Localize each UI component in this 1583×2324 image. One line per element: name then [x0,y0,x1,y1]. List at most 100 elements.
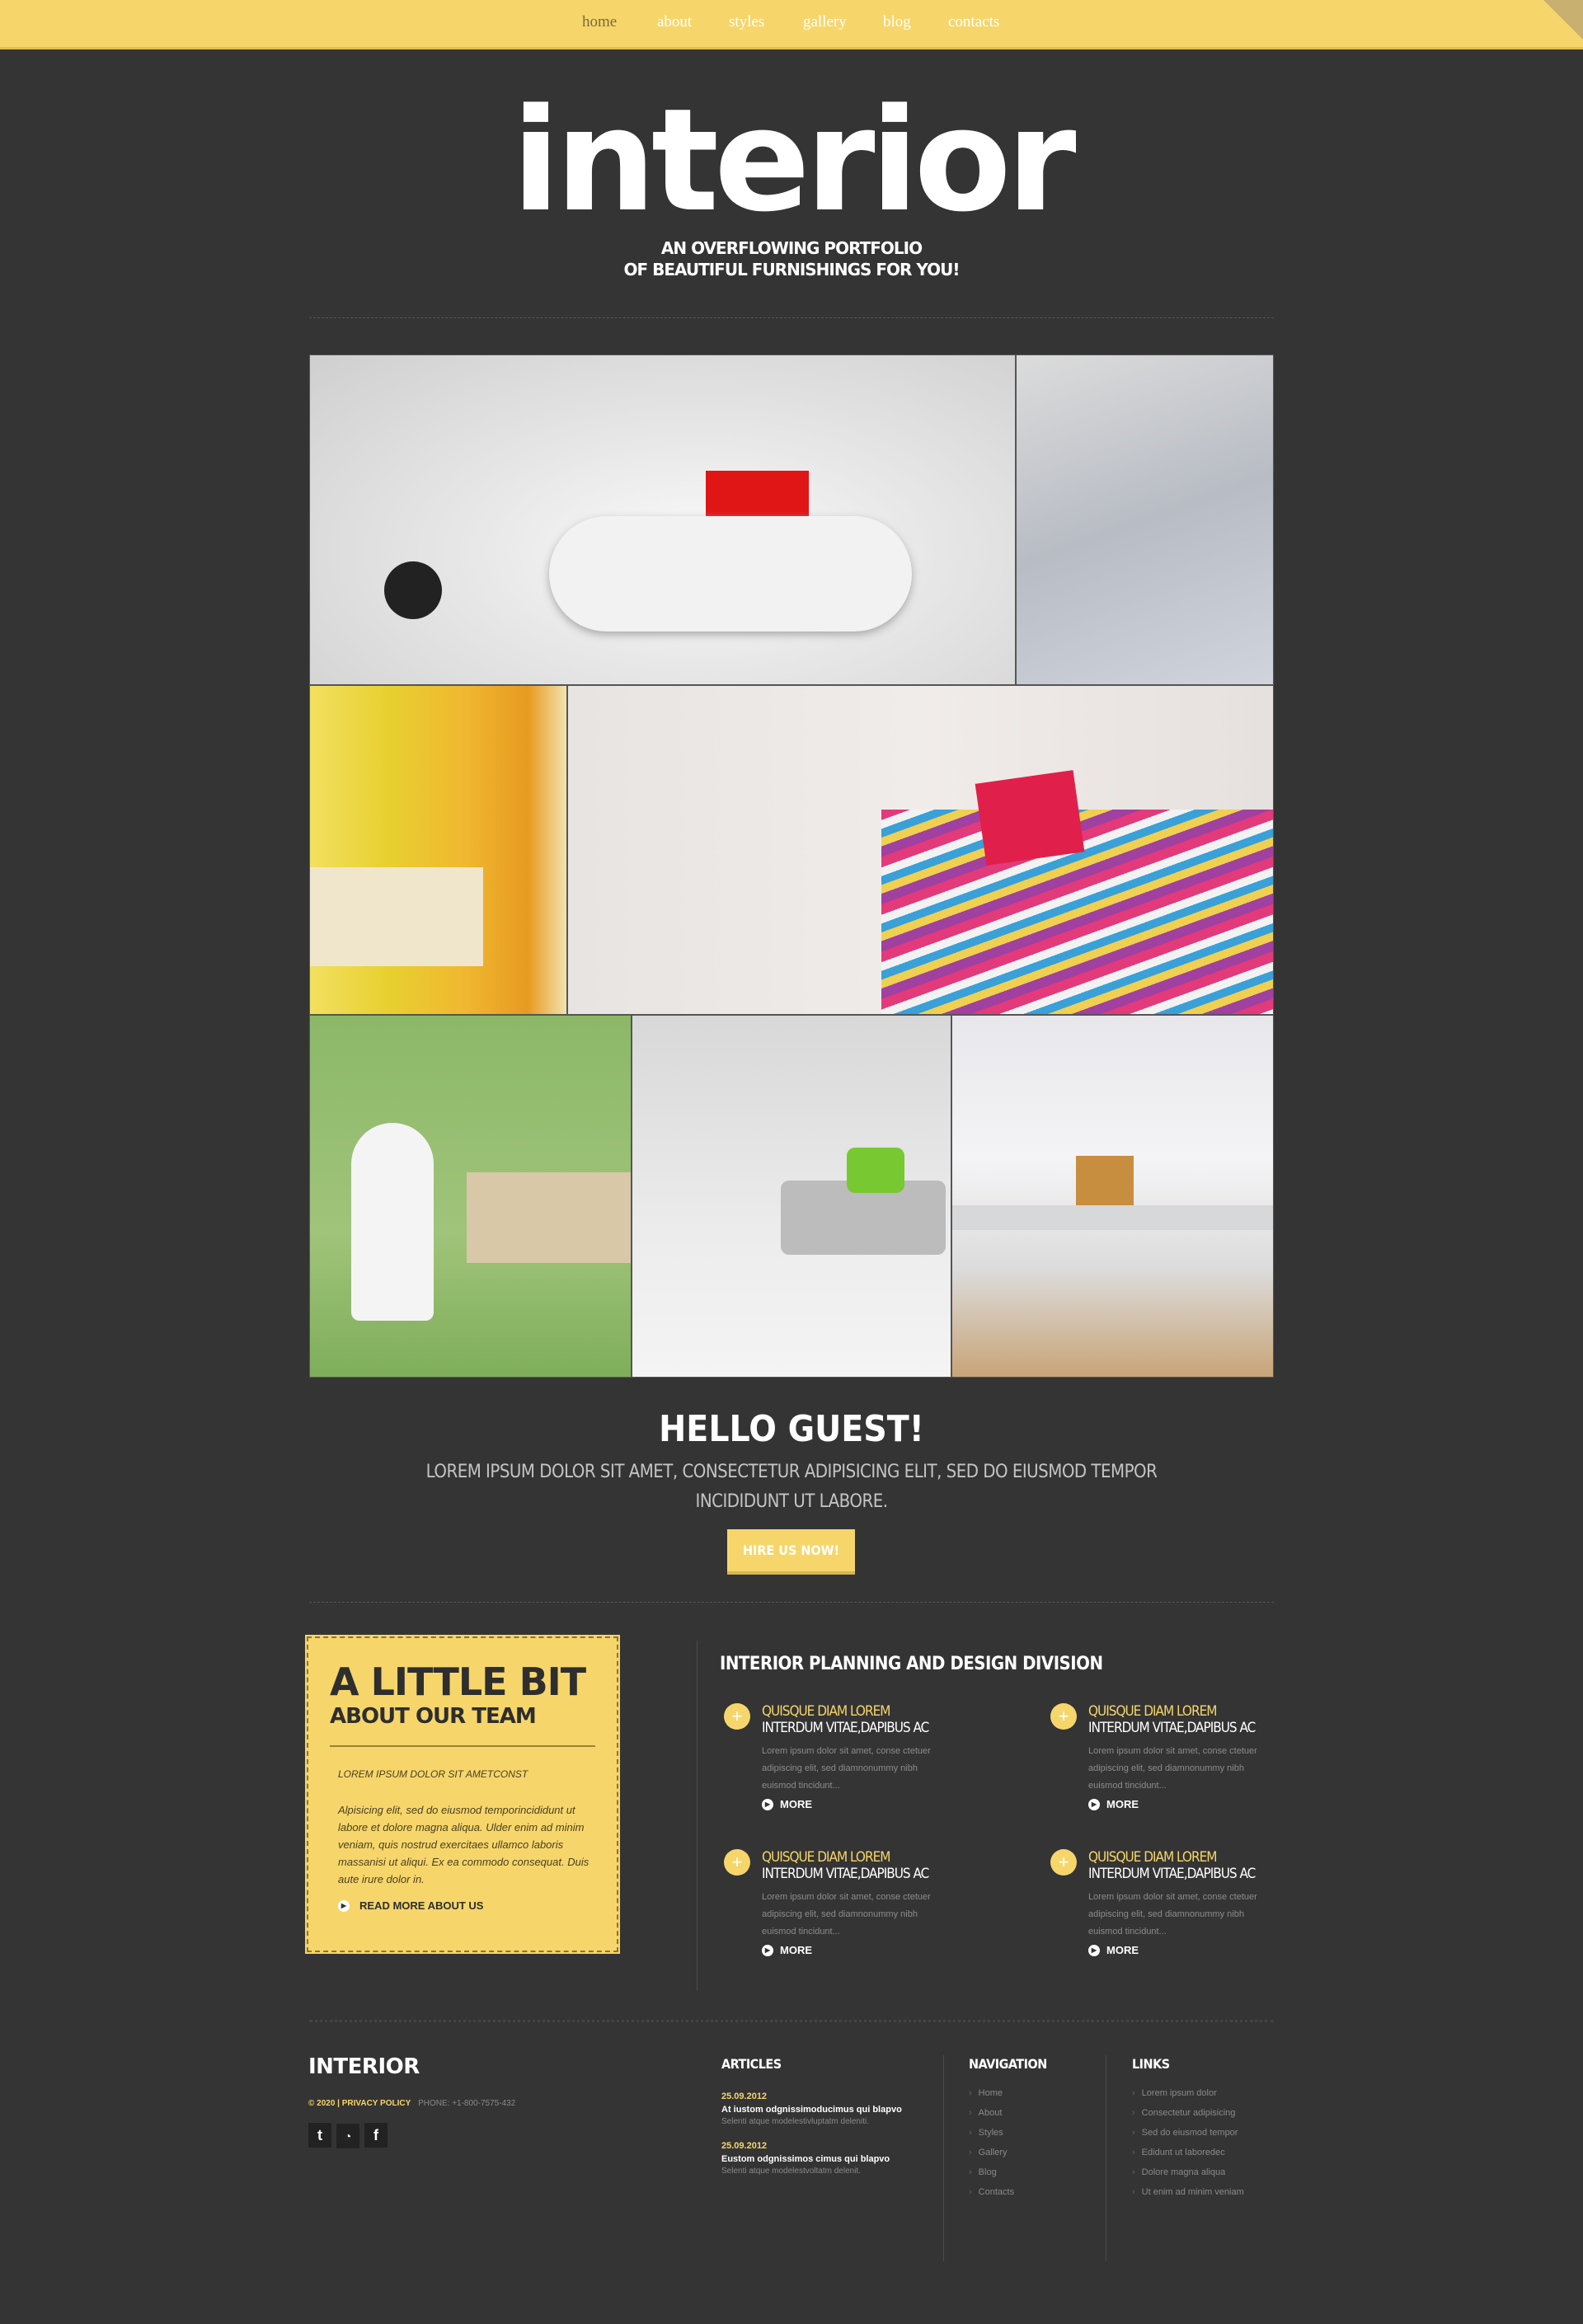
corner-toggle-icon[interactable] [1543,0,1583,40]
arrow-right-icon: ▶ [1088,1944,1100,1956]
pillow [847,1148,904,1193]
hire-us-button[interactable]: HIRE US NOW! [727,1529,855,1575]
gallery-image-bedroom[interactable] [1016,354,1274,685]
service-description: Lorem ipsum dolor sit amet, conse ctetue… [1088,1892,1257,1937]
vertical-divider [943,2055,944,2261]
tagline-line-2: OF BEAUTIFUL FURNISHINGS FOR YOU! [623,260,960,279]
read-more-label: READ MORE ABOUT US [359,1899,484,1912]
site-logo[interactable]: interior [0,78,1583,243]
service-description: Lorem ipsum dolor sit amet, conse ctetue… [762,1746,931,1791]
footer-nav-blog[interactable]: › Blog [969,2162,1047,2182]
services-title: INTERIOR PLANNING AND DESIGN DIVISION [720,1654,1103,1674]
rss-icon[interactable]: ◔ [336,2123,359,2148]
plus-icon: + [724,1703,750,1730]
nav-blog[interactable]: blog [883,13,911,31]
article-date: 25.09.2012 [721,2092,768,2101]
twitter-icon[interactable]: t [308,2123,331,2148]
hello-line-1: LOREM IPSUM DOLOR SIT AMET, CONSECTETUR … [425,1462,1158,1482]
gallery-image-green-chair[interactable] [309,1015,632,1378]
service-title: QUISQUE DIAM LOREM [762,1703,890,1720]
service-subtitle: INTERDUM VITAE,DAPIBUS AC [1088,1866,1256,1882]
service-description: Lorem ipsum dolor sit amet, conse ctetue… [1088,1746,1257,1791]
footer-link[interactable]: › Dolore magna aliqua [1132,2162,1244,2182]
more-label: MORE [1106,1944,1139,1956]
service-item: + QUISQUE DIAM LOREM INTERDUM VITAE,DAPI… [1050,1703,1298,1810]
divider [309,1602,1274,1603]
more-link[interactable]: ▶ MORE [762,1944,971,1956]
tagline-line-1: AN OVERFLOWING PORTFOLIO [660,238,923,258]
article-title-link[interactable]: Eustom odgnissimos cimus qui blapvo [721,2154,928,2164]
footer-navigation: NAVIGATION › Home › About › Styles › Gallery… [969,2056,1047,2202]
arrow-right-icon: ▶ [762,1798,773,1810]
gallery-image-striped-bed[interactable] [567,685,1274,1015]
service-title: QUISQUE DIAM LOREM [1088,1703,1217,1720]
team-title: A LITTLE BIT [330,1660,586,1704]
more-link[interactable]: ▶ MORE [1088,1798,1298,1810]
service-description: Lorem ipsum dolor sit amet, conse ctetue… [762,1892,931,1937]
service-subtitle: INTERDUM VITAE,DAPIBUS AC [762,1720,929,1736]
nav-styles[interactable]: styles [729,13,764,31]
top-nav: home about styles gallery blog contacts [0,0,1583,49]
arrow-right-icon: ▶ [762,1944,773,1956]
more-label: MORE [1106,1798,1139,1810]
pillow [975,770,1085,866]
article-text: Selenti atque modelestvoltatm delenit. [721,2167,861,2176]
footer-nav-home[interactable]: › Home [969,2083,1047,2103]
service-item: + QUISQUE DIAM LOREM INTERDUM VITAE,DAPI… [724,1703,971,1810]
lamp-base [384,561,442,619]
footer-link[interactable]: › Lorem ipsum dolor [1132,2083,1244,2103]
arrow-right-icon: ▶ [338,1899,350,1912]
more-label: MORE [780,1798,812,1810]
chair [351,1123,434,1321]
footer-nav-styles[interactable]: › Styles [969,2123,1047,2143]
read-more-link[interactable]: ▶ READ MORE ABOUT US [338,1899,595,1912]
nav-gallery[interactable]: gallery [803,13,847,31]
arrow-right-icon: ▶ [1088,1798,1100,1810]
divider [309,2020,1274,2022]
gallery-image-yellow-room[interactable] [309,685,567,1015]
service-subtitle: INTERDUM VITAE,DAPIBUS AC [762,1866,929,1882]
more-link[interactable]: ▶ MORE [762,1798,971,1810]
nav-contacts[interactable]: contacts [948,13,999,31]
team-lead: LOREM IPSUM DOLOR SIT AMETCONST [338,1768,528,1780]
service-item: + QUISQUE DIAM LOREM INTERDUM VITAE,DAPI… [724,1849,971,1956]
facebook-icon[interactable]: f [364,2123,388,2148]
gallery-image-winter-desk[interactable] [951,1015,1274,1378]
links-title: LINKS [1132,2056,1170,2072]
desk [952,1205,1273,1230]
footer-articles: ARTICLES 25.09.2012 At iustom odgnissimo… [721,2056,928,2176]
hello-text: LOREM IPSUM DOLOR SIT AMET, CONSECTETUR … [0,1458,1583,1517]
more-label: MORE [780,1944,812,1956]
service-subtitle: INTERDUM VITAE,DAPIBUS AC [1088,1720,1256,1736]
service-title: QUISQUE DIAM LOREM [762,1849,890,1866]
vertical-divider [697,1641,698,1991]
plus-icon: + [1050,1703,1077,1730]
about-team-box: A LITTLE BIT ABOUT OUR TEAM LOREM IPSUM … [305,1635,620,1954]
sofa [549,516,912,631]
service-item: + QUISQUE DIAM LOREM INTERDUM VITAE,DAPI… [1050,1849,1298,1956]
articles-title: ARTICLES [721,2056,782,2072]
footer-link[interactable]: › Ut enim ad minim veniam [1132,2182,1244,2202]
gallery-image-living-room[interactable] [309,354,1016,685]
privacy-policy-link[interactable]: © 2020 | PRIVACY POLICY [308,2099,411,2108]
more-link[interactable]: ▶ MORE [1088,1944,1298,1956]
nav-home[interactable]: home [582,13,617,31]
footer-nav-contacts[interactable]: › Contacts [969,2182,1047,2202]
cabinet [467,1172,631,1263]
footer-link[interactable]: › Edidunt ut laboredec [1132,2143,1244,2162]
footer-link[interactable]: › Sed do eiusmod tempor [1132,2123,1244,2143]
footer-meta: © 2020 | PRIVACY POLICY PHONE: +1-800-75… [308,2099,515,2108]
footer-link[interactable]: › Consectetur adipisicing [1132,2103,1244,2123]
plus-icon: + [1050,1849,1077,1876]
nav-about[interactable]: about [657,13,692,31]
divider [330,1745,595,1747]
team-body: Alpisicing elit, sed do eiusmod temporin… [338,1804,590,1885]
footer-phone: PHONE: +1-800-7575-432 [418,2099,516,2108]
sofa [310,867,483,966]
footer-brand: INTERIOR [308,2054,420,2079]
footer-nav-about[interactable]: › About [969,2103,1047,2123]
footer-nav-gallery[interactable]: › Gallery [969,2143,1047,2162]
article-title-link[interactable]: At iustom odgnissimoducimus qui blapvo [721,2105,928,2115]
chair-back [1076,1156,1134,1205]
gallery-image-grey-sofa[interactable] [632,1015,951,1378]
